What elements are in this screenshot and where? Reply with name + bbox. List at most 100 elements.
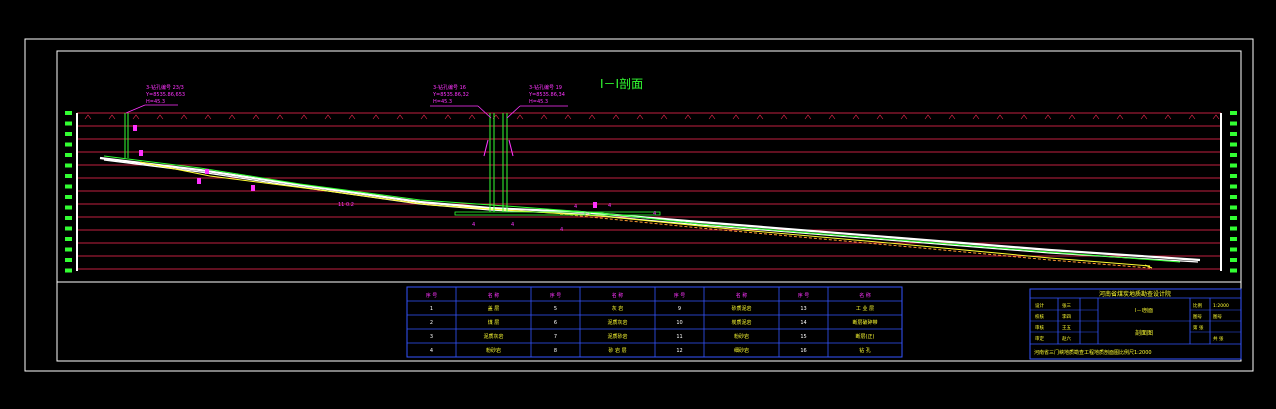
scale-tick <box>65 132 72 136</box>
coal-seam-floor <box>103 159 1199 263</box>
hatch-mark <box>732 114 740 120</box>
hatch-mark <box>708 114 716 120</box>
hatch-mark <box>540 114 548 120</box>
legend-cell: 9 <box>678 306 681 312</box>
legend-cell: 泥质砂岩 <box>607 333 627 340</box>
hatch-mark <box>1044 114 1052 120</box>
hatch-mark <box>276 114 284 120</box>
hatch-mark <box>660 114 668 120</box>
name-3: 王五 <box>1062 325 1071 331</box>
annotation-mid1-line-1: 3-钻孔编号 16 <box>433 84 466 91</box>
legend-cell: 8 <box>554 348 557 354</box>
sheet-value: 图号 <box>1213 314 1222 320</box>
scale-tick <box>1230 184 1237 189</box>
surface-hatch <box>84 114 1220 120</box>
scale-tick <box>1230 258 1237 262</box>
title-drawing-name: 剖面图 <box>1135 329 1153 337</box>
scale-tick <box>65 163 72 168</box>
annotation-mid1-line-3: H=45.3 <box>433 99 452 105</box>
legend-header: 序 号 <box>674 292 686 299</box>
marker-label-1: 4 <box>574 204 577 210</box>
cad-drawing-sheet: I－I剖面 3-钻孔编号 23/3 Y=8535.86,653 H=45.3 3… <box>24 38 1254 372</box>
legend-cell: 11 <box>676 334 682 340</box>
legend-cell: 16 <box>800 348 806 354</box>
hatch-mark <box>1068 114 1076 120</box>
legend-cell: 断层(正) <box>856 333 875 340</box>
scale-tick <box>1230 205 1237 210</box>
legend-header: 名 称 <box>859 292 871 299</box>
hatch-mark <box>1092 114 1100 120</box>
hatch-mark <box>924 114 932 120</box>
legend-cell: 砂质泥岩 <box>731 305 751 312</box>
legend-cell: 炭质泥岩 <box>731 319 751 326</box>
legend-cell: 工 业 层 <box>856 305 874 312</box>
legend-cell: 煤 层 <box>488 319 500 326</box>
legend-header: 序 号 <box>798 292 810 299</box>
hatch-mark <box>1140 114 1148 120</box>
section-title: I－I剖面 <box>600 77 643 91</box>
hatch-mark <box>636 114 644 120</box>
hatch-mark <box>756 114 764 120</box>
hatch-mark <box>1212 114 1220 120</box>
title-sub-name: I－I剖面 <box>1135 307 1153 314</box>
name-2: 李四 <box>1062 313 1071 320</box>
scale-tick <box>1230 174 1237 178</box>
role-1: 设计 <box>1035 302 1044 309</box>
coal-seam-line <box>99 156 1201 262</box>
legend-cell: 3 <box>430 334 433 340</box>
marker-label-5: 4 <box>511 222 514 228</box>
hatch-mark <box>396 114 404 120</box>
scale-value: 1:2000 <box>1213 303 1229 309</box>
legend-cell: 13 <box>800 306 806 312</box>
scale-tick <box>1230 268 1237 273</box>
scale-tick <box>1230 153 1237 157</box>
hatch-mark <box>1020 114 1028 120</box>
legend-cell: 14 <box>800 320 806 326</box>
scale-tick <box>1230 216 1237 220</box>
legend-cell: 粉砂岩 <box>486 347 501 354</box>
legend-cell: 10 <box>676 320 682 326</box>
hatch-mark <box>780 114 788 120</box>
scale-tick <box>1230 247 1237 252</box>
annotation-left-line-3: H=45.3 <box>146 99 165 105</box>
hatch-mark <box>468 114 476 120</box>
scale-tick <box>65 226 72 231</box>
legend-cell: 7 <box>554 334 557 340</box>
hatch-mark <box>84 114 92 120</box>
title-block: 河南省煤炭地质勘查设计院 I－I剖面 剖面图 设计 校核 审核 审定 张三 李四… <box>1029 288 1242 360</box>
annotation-mid1-line-2: Y=8535.86,32 <box>432 92 469 98</box>
scale-label: 比例 <box>1193 302 1202 309</box>
hatch-mark <box>228 114 236 120</box>
legend-cell: 断层破碎带 <box>852 319 877 326</box>
title-footer: 河南省三门峡地质勘查工程地质剖面图比例尺1:2000 <box>1034 349 1152 356</box>
role-4: 审定 <box>1035 335 1044 342</box>
marker-4 <box>593 202 597 208</box>
legend-header: 序 号 <box>550 292 562 299</box>
hatch-mark <box>108 114 116 120</box>
hatch-mark <box>444 114 452 120</box>
scale-tick <box>65 195 72 199</box>
hatch-mark <box>1188 114 1196 120</box>
scale-tick <box>1230 226 1237 231</box>
hatch-mark <box>804 114 812 120</box>
hatch-mark <box>564 114 572 120</box>
legend-header: 名 称 <box>612 292 624 299</box>
elevation-grid <box>77 112 1221 270</box>
title-block-frame <box>1029 288 1242 360</box>
hatch-mark <box>300 114 308 120</box>
slope-label: 11 0.2 <box>338 202 354 208</box>
borehole-left <box>124 113 143 158</box>
scale-tick <box>1230 195 1237 199</box>
annotation-left-line-1: 3-钻孔编号 23/3 <box>146 84 184 91</box>
hatch-mark <box>996 114 1004 120</box>
hatch-mark <box>204 114 212 120</box>
scale-tick <box>65 153 72 157</box>
hatch-mark <box>180 114 188 120</box>
sheet-label: 图号 <box>1193 314 1202 320</box>
title-company: 河南省煤炭地质勘查设计院 <box>1099 290 1171 298</box>
scale-tick <box>65 174 72 178</box>
legend-cell: 钻 孔 <box>859 347 871 354</box>
scale-tick <box>1230 237 1237 241</box>
annotation-left: 3-钻孔编号 23/3 Y=8535.86,653 H=45.3 <box>125 84 185 114</box>
legend-cell: 泥质灰岩 <box>483 333 503 340</box>
